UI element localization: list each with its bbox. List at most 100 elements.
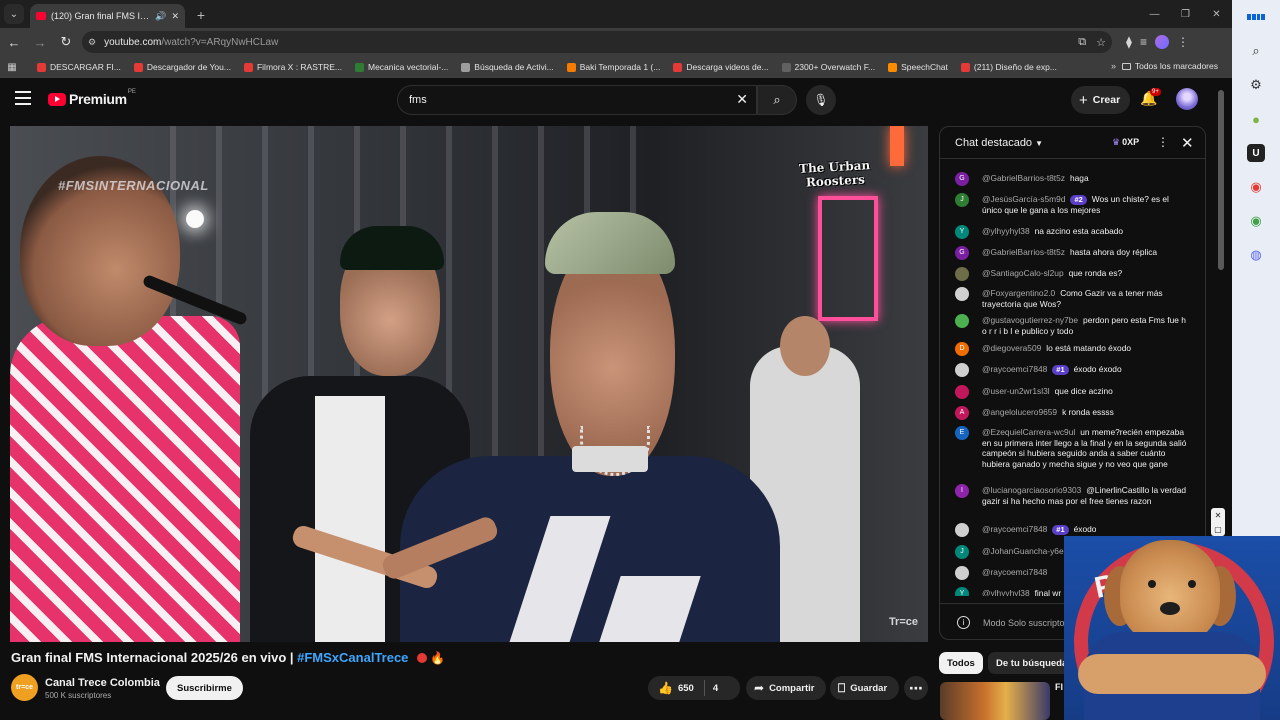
url-input[interactable]: ⚙ youtube.com/watch?v=ARqyNwHCLaw ⧉ ☆ bbox=[82, 31, 1112, 53]
chat-message[interactable]: @user-un2wr1sl3l que dice aczino bbox=[955, 385, 1187, 399]
channel-name[interactable]: Canal Trece Colombia bbox=[45, 677, 160, 689]
bookmark-item[interactable]: SpeechChat bbox=[888, 62, 948, 72]
info-icon[interactable]: i bbox=[957, 616, 970, 629]
chat-author-name[interactable]: @ylhyyhyl38 bbox=[982, 588, 1030, 596]
chat-author-avatar[interactable]: Y bbox=[955, 225, 969, 239]
chat-message[interactable]: G @GabrielBarrios-t8t5z haga bbox=[955, 172, 1187, 186]
video-player[interactable]: #FMSINTERNACIONAL The Urban Roosters Tr=… bbox=[10, 126, 928, 642]
youtube-logo[interactable]: Premium PE bbox=[48, 89, 136, 107]
bookmark-item[interactable]: Filmora X : RASTRE... bbox=[243, 62, 342, 72]
recommended-video-title[interactable]: Fl bbox=[1055, 682, 1063, 692]
chat-author-avatar[interactable] bbox=[955, 287, 969, 301]
chat-message[interactable]: G @GabrielBarrios-t8t5z hasta ahora doy ré… bbox=[955, 246, 1187, 260]
back-button[interactable]: ← bbox=[2, 30, 26, 54]
bookmark-item[interactable]: DESCARGAR FI... bbox=[37, 62, 121, 72]
site-info-icon[interactable]: ⚙ bbox=[88, 37, 96, 48]
speaker-icon[interactable]: 🔊 bbox=[155, 11, 166, 22]
bookmark-item[interactable]: Mecanica vectorial-... bbox=[354, 62, 448, 72]
bookmark-item[interactable]: Descargador de You... bbox=[133, 62, 231, 72]
close-window-button[interactable]: ✕ bbox=[1201, 0, 1232, 28]
chat-message[interactable]: @gustavogutierrez-ny7be perdon pero esta … bbox=[955, 314, 1187, 336]
chip-all[interactable]: Todos bbox=[939, 652, 983, 674]
chat-author-avatar[interactable]: I bbox=[955, 484, 969, 498]
browser-tab-active[interactable]: (120) Gran final FMS Interna 🔊 ✕ bbox=[30, 4, 185, 28]
chat-author-avatar[interactable]: A bbox=[955, 406, 969, 420]
chat-author-name[interactable]: @raycoemci7848 bbox=[982, 364, 1047, 374]
minimize-button[interactable]: — bbox=[1139, 0, 1170, 28]
save-button[interactable]: ⎕ Guardar bbox=[830, 676, 900, 700]
chat-message[interactable]: @raycoemci7848 #1 éxodo éxodo bbox=[955, 363, 1187, 377]
chat-author-avatar[interactable] bbox=[955, 267, 969, 281]
chat-author-name[interactable]: @SantiagoCalo-sl2up bbox=[982, 268, 1064, 278]
chat-author-name[interactable]: @diegovera509 bbox=[982, 343, 1041, 353]
chat-author-avatar[interactable]: D bbox=[955, 342, 969, 356]
install-app-icon[interactable]: ⧉ bbox=[1078, 36, 1086, 49]
hashtag-link[interactable]: #FMSxCanalTrece bbox=[297, 650, 408, 665]
bookmarks-overflow-button[interactable]: » bbox=[1111, 61, 1116, 71]
search-button[interactable]: ⌕ bbox=[757, 85, 797, 115]
chip-from-search[interactable]: De tu búsqueda bbox=[988, 652, 1076, 674]
search-input[interactable]: fms ✕ bbox=[397, 85, 757, 115]
app-u-icon[interactable]: U bbox=[1247, 144, 1265, 162]
media-controls-icon[interactable]: ≡ bbox=[1140, 35, 1147, 49]
chat-author-avatar[interactable]: G bbox=[955, 172, 969, 186]
browser-menu-icon[interactable]: ⋮ bbox=[1177, 35, 1189, 49]
chat-author-name[interactable]: @raycoemci7848 bbox=[982, 567, 1047, 577]
chat-message[interactable]: E @EzequielCarrera-wc9ul un meme?recién em… bbox=[955, 426, 1187, 469]
chrome-profile-icon[interactable]: ◉ bbox=[1247, 212, 1265, 230]
chat-author-name[interactable]: @gustavogutierrez-ny7be bbox=[982, 315, 1078, 325]
chat-mode-dropdown[interactable]: Chat destacado ▼ bbox=[955, 137, 1043, 149]
profile-avatar[interactable] bbox=[1154, 35, 1169, 49]
chrome-icon[interactable]: ◉ bbox=[1247, 178, 1265, 196]
tab-search-icon[interactable]: ⌄ bbox=[4, 4, 24, 24]
chat-author-name[interactable]: @JesúsGarcía-s5m9d bbox=[982, 194, 1065, 204]
reload-button[interactable]: ↻ bbox=[54, 30, 78, 54]
chat-author-avatar[interactable] bbox=[955, 385, 969, 399]
comment-count[interactable]: 4 bbox=[713, 683, 718, 694]
create-button[interactable]: + Crear bbox=[1071, 86, 1131, 114]
chat-message[interactable]: D @diegovera509 lo está matando éxodo bbox=[955, 342, 1187, 356]
bookmark-item[interactable]: (211) Diseño de exp... bbox=[960, 62, 1057, 72]
tab-close-icon[interactable]: ✕ bbox=[171, 11, 179, 22]
chat-author-avatar[interactable] bbox=[955, 314, 969, 328]
clear-search-icon[interactable]: ✕ bbox=[736, 91, 748, 108]
close-overlay-icon[interactable]: ✕ bbox=[1215, 511, 1222, 520]
chat-message[interactable]: A @angelolucero9659 k ronda essss bbox=[955, 406, 1187, 420]
chat-author-name[interactable]: @ylhyyhyl38 bbox=[982, 226, 1030, 236]
chat-message[interactable]: I @lucianogarciaosorio9303 @LinerlinCastil… bbox=[955, 484, 1187, 506]
voice-search-button[interactable]: 🎙 bbox=[806, 85, 836, 115]
menu-hamburger-icon[interactable] bbox=[15, 91, 31, 105]
extensions-icon[interactable]: ⧫ bbox=[1126, 35, 1132, 49]
chat-close-icon[interactable]: ✕ bbox=[1181, 134, 1194, 152]
chat-author-name[interactable]: @lucianogarciaosorio9303 bbox=[982, 485, 1081, 495]
chat-author-name[interactable]: @EzequielCarrera-wc9ul bbox=[982, 427, 1075, 437]
search-icon[interactable]: ⌕ bbox=[1247, 42, 1265, 60]
page-scrollbar[interactable] bbox=[1218, 90, 1224, 270]
recommended-video-thumbnail[interactable] bbox=[940, 682, 1050, 720]
like-icon[interactable]: 👍 bbox=[658, 681, 673, 695]
more-actions-button[interactable]: ⋯ bbox=[904, 676, 928, 700]
bookmark-item[interactable]: Descarga videos de... bbox=[673, 62, 769, 72]
windows-logo-icon[interactable] bbox=[1247, 8, 1265, 26]
bookmark-item[interactable]: Búsqueda de Activi... bbox=[461, 62, 554, 72]
app-green-icon[interactable]: ● bbox=[1247, 110, 1265, 128]
chat-author-name[interactable]: @GabrielBarrios-t8t5z bbox=[982, 247, 1065, 257]
like-count[interactable]: 650 bbox=[678, 683, 694, 694]
channel-avatar[interactable]: tr=ce bbox=[11, 674, 38, 701]
chat-message[interactable]: J @JesúsGarcía-s5m9d #2 Wos un chiste? es e… bbox=[955, 193, 1187, 216]
chat-message[interactable]: @SantiagoCalo-sl2up que ronda es? bbox=[955, 267, 1187, 281]
chat-messages-list[interactable]: G @GabrielBarrios-t8t5z haga J @JesúsGarcía-… bbox=[940, 160, 1195, 596]
subscribe-button[interactable]: Suscribirme bbox=[166, 676, 243, 700]
discord-icon[interactable]: ◍ bbox=[1247, 246, 1265, 264]
chat-author-avatar[interactable]: J bbox=[955, 193, 969, 207]
chat-author-avatar[interactable] bbox=[955, 363, 969, 377]
restore-button[interactable]: ❐ bbox=[1170, 0, 1201, 28]
chat-author-avatar[interactable]: Y bbox=[955, 587, 969, 596]
share-button[interactable]: ➦ Compartir bbox=[746, 676, 827, 700]
chat-author-name[interactable]: @Foxyargentino2.0 bbox=[982, 288, 1055, 298]
apps-grid-icon[interactable]: ▦ bbox=[0, 62, 24, 73]
chat-author-name[interactable]: @GabrielBarrios-t8t5z bbox=[982, 173, 1065, 183]
chat-author-name[interactable]: @JohanGuancha-y6e bbox=[982, 546, 1064, 556]
forward-button[interactable]: → bbox=[28, 30, 52, 54]
chat-author-name[interactable]: @user-un2wr1sl3l bbox=[982, 386, 1050, 396]
